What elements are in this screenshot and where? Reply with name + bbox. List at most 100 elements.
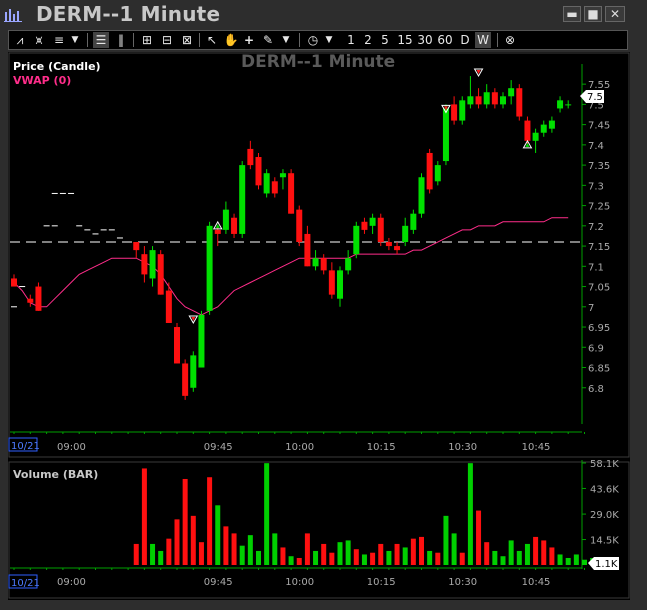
volume-bar: [337, 542, 343, 565]
candle-body: [279, 173, 286, 178]
cancel-icon[interactable]: ⊗: [502, 32, 518, 48]
price-y-tick-label: 7.4: [588, 141, 604, 152]
volume-x-tick-label: 10:30: [448, 577, 477, 588]
candle-body: [149, 250, 156, 279]
price-panel-border: [8, 52, 630, 458]
candle-body: [190, 355, 197, 388]
price-y-tick-label: 7: [588, 303, 594, 314]
vertical-layout-icon[interactable]: ‖: [113, 32, 129, 48]
candle-body: [508, 88, 515, 97]
crosshair-icon[interactable]: +: [241, 32, 257, 48]
volume-y-tick-label: 43.6K: [590, 484, 619, 495]
chart-window: DERM--1 Minute ▬ ■ ✕ ⩘ ⩙ ≡ ▼ ☰ ‖ ⊞ ⊟ ⊠ ↖…: [0, 0, 647, 610]
candle-body: [532, 132, 539, 141]
candle-body: [565, 104, 572, 106]
chart-area[interactable]: DERM--1 Minute Price (Candle) VWAP (0) 7…: [8, 52, 630, 600]
volume-x-tick-label: 09:45: [204, 577, 233, 588]
volume-bar: [557, 554, 563, 565]
interval-day-button[interactable]: D: [458, 32, 472, 48]
time-dropdown-icon[interactable]: ▼: [323, 32, 335, 48]
candle-body: [312, 258, 319, 267]
zoom-out-icon[interactable]: ⊟: [159, 32, 175, 48]
candle-body: [247, 148, 254, 166]
bar-style-icon[interactable]: ≡: [51, 32, 67, 48]
volume-bar: [264, 463, 270, 565]
clock-icon[interactable]: ◷: [305, 32, 321, 48]
volume-bar: [541, 540, 547, 565]
volume-bar: [370, 552, 376, 565]
volume-bar: [500, 556, 506, 565]
price-y-tick-label: 7.15: [588, 242, 610, 253]
volume-bar: [207, 477, 213, 565]
candle-body: [11, 278, 17, 287]
price-y-tick-label: 6.9: [588, 343, 604, 354]
candle-body: [394, 246, 401, 251]
volume-bar: [304, 533, 310, 565]
volume-bar: [158, 550, 164, 565]
volume-bar: [174, 519, 180, 565]
volume-bar: [190, 515, 196, 565]
interval-30-button[interactable]: 30: [416, 32, 434, 48]
title-bar[interactable]: DERM--1 Minute ▬ ■ ✕: [0, 0, 647, 28]
hand-icon[interactable]: ✋: [223, 32, 239, 48]
candle-body: [328, 270, 335, 295]
candle-body: [255, 157, 262, 186]
price-y-tick-label: 7.05: [588, 283, 610, 294]
volume-bar: [321, 543, 327, 565]
interval-60-button[interactable]: 60: [436, 32, 454, 48]
price-x-tick-label: 09:00: [57, 442, 86, 453]
draw-dropdown-icon[interactable]: ▼: [280, 32, 292, 48]
volume-date-label: 10/21: [11, 578, 40, 589]
candle-body: [377, 217, 384, 243]
candle-body: [27, 298, 34, 303]
candle-body: [442, 108, 449, 162]
volume-bar: [182, 478, 188, 565]
candle-body: [548, 120, 555, 129]
volume-bar: [549, 547, 555, 565]
style-dropdown-icon[interactable]: ▼: [69, 32, 81, 48]
maximize-button[interactable]: ■: [584, 6, 602, 22]
candle-style-icon[interactable]: ⩙: [31, 32, 47, 48]
interval-2-button[interactable]: 2: [362, 32, 374, 48]
volume-y-tick-label: 14.5K: [590, 536, 619, 547]
horizontal-layout-icon[interactable]: ☰: [93, 32, 109, 48]
volume-bar: [508, 540, 514, 565]
candle-body: [418, 177, 425, 214]
candle-body: [385, 242, 392, 247]
interval-15-button[interactable]: 15: [396, 32, 414, 48]
legend-vwap: VWAP (0): [13, 74, 71, 87]
price-y-tick-label: 7.35: [588, 161, 610, 172]
volume-bar: [467, 463, 473, 565]
volume-bar: [516, 550, 522, 565]
volume-bar: [402, 547, 408, 565]
candle-body: [141, 254, 148, 275]
candle-body: [198, 314, 205, 368]
candle-body: [165, 290, 172, 323]
volume-bar: [215, 505, 221, 565]
legend-price: Price (Candle): [13, 60, 101, 73]
interval-5-button[interactable]: 5: [379, 32, 391, 48]
interval-1-button[interactable]: 1: [345, 32, 357, 48]
volume-bar: [443, 515, 449, 565]
interval-week-button[interactable]: W: [475, 32, 491, 48]
minimize-button[interactable]: ▬: [563, 6, 581, 22]
bar-chart-icon: [4, 9, 22, 22]
close-button[interactable]: ✕: [605, 6, 625, 22]
volume-x-tick-label: 10:15: [367, 577, 396, 588]
chart-svg[interactable]: DERM--1 Minute Price (Candle) VWAP (0) 7…: [8, 52, 630, 600]
volume-bar: [272, 533, 278, 565]
volume-bar: [288, 556, 294, 565]
legend-volume: Volume (BAR): [13, 468, 98, 481]
vwap-line: [13, 217, 569, 316]
line-chart-style-icon[interactable]: ⩘: [12, 32, 28, 48]
volume-bar: [386, 550, 392, 565]
pointer-icon[interactable]: ↖: [204, 32, 220, 48]
zoom-in-icon[interactable]: ⊠: [179, 32, 195, 48]
zoom-fit-icon[interactable]: ⊞: [139, 32, 155, 48]
candle-body: [459, 100, 466, 121]
price-y-tick-label: 7.25: [588, 202, 610, 213]
candle-body: [467, 96, 474, 105]
candle-body: [361, 221, 368, 230]
pencil-icon[interactable]: ✎: [260, 32, 276, 48]
candle-body: [182, 363, 189, 396]
